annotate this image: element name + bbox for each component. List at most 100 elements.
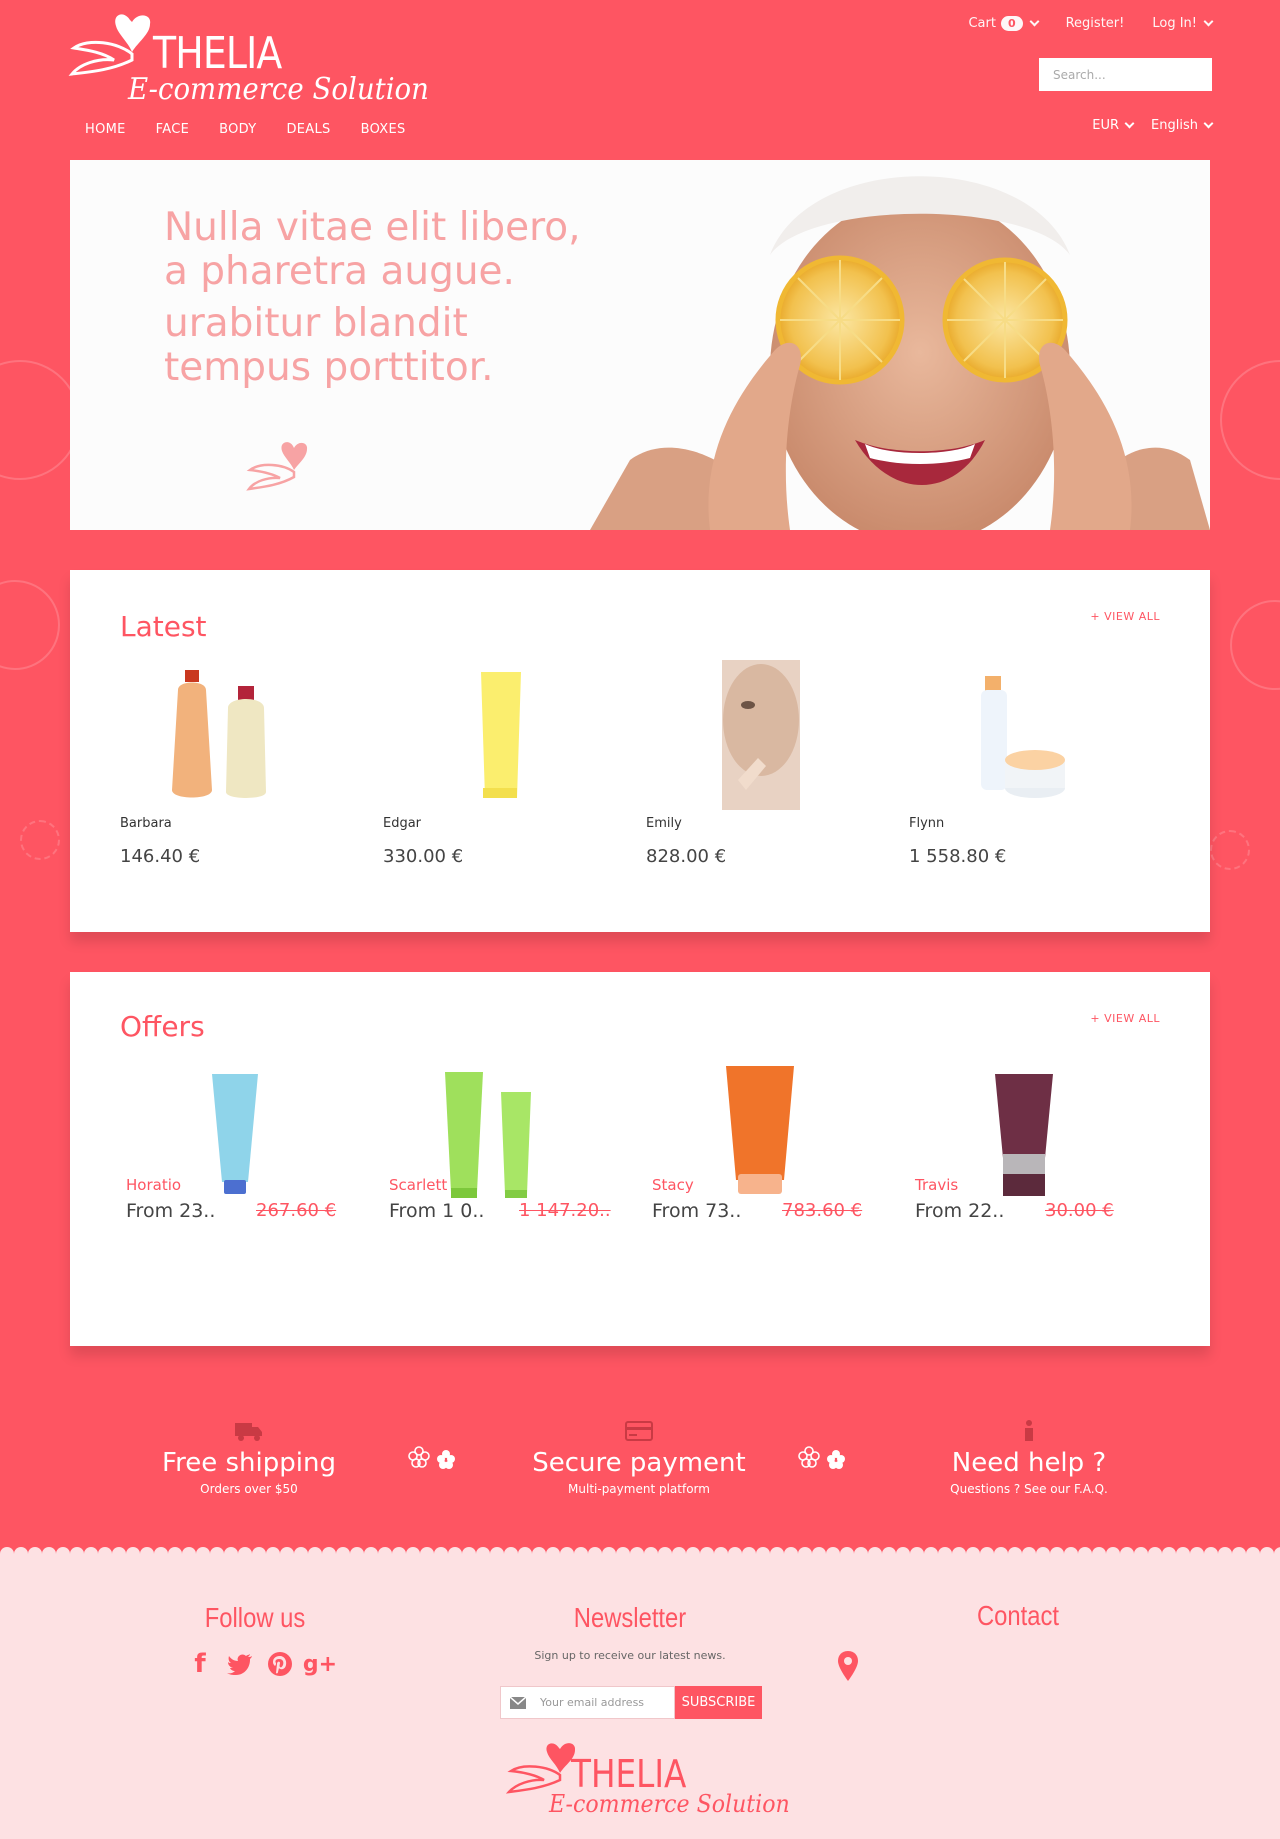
product-name: Travis — [915, 1176, 959, 1194]
flower-divider-icon — [798, 1443, 848, 1477]
register-link[interactable]: Register! — [1066, 16, 1125, 31]
hero-line: urabitur blandit — [164, 301, 468, 346]
product-name: Barbara — [120, 816, 172, 831]
product-old-price: 267.60 € — [256, 1200, 337, 1221]
newsletter-subtitle: Sign up to receive our latest news. — [534, 1649, 726, 1662]
chevron-down-icon — [1029, 16, 1040, 27]
product-image — [981, 676, 1065, 798]
login-label: Log In! — [1152, 16, 1197, 31]
hero-line: tempus porttitor. — [164, 345, 494, 390]
google-plus-icon[interactable]: g+ — [303, 1650, 337, 1678]
brand-logo[interactable]: THELIA E-commerce Solution — [68, 12, 429, 107]
product-price: From 23.. — [126, 1200, 216, 1222]
offers-view-all-link[interactable]: + VIEW ALL — [1090, 1012, 1160, 1025]
decor-flower — [20, 820, 60, 860]
product-name: Emily — [646, 816, 682, 831]
product-old-price: 1 147.20.. — [519, 1200, 611, 1221]
chevron-down-icon — [1124, 118, 1135, 129]
latest-view-all-link[interactable]: + VIEW ALL — [1090, 610, 1160, 623]
currency-label: EUR — [1092, 118, 1120, 133]
product-name: Horatio — [126, 1176, 182, 1194]
main-nav: HOME FACE BODY DEALS BOXES — [85, 122, 406, 137]
feature-subtitle: Orders over $50 — [200, 1482, 298, 1496]
nav-face[interactable]: FACE — [156, 122, 189, 137]
nav-body[interactable]: BODY — [219, 122, 256, 137]
nav-deals[interactable]: DEALS — [286, 122, 330, 137]
decor-swirl — [1220, 360, 1280, 480]
heart-icon — [246, 442, 308, 491]
product-image — [481, 672, 521, 798]
hero-banner[interactable]: Nulla vitae elit libero, a pharetra augu… — [70, 160, 1210, 530]
feature-title: Free shipping — [162, 1448, 336, 1478]
cart-count-badge: 0 — [1000, 16, 1023, 31]
brand-tagline: E-commerce Solution — [128, 72, 429, 107]
hero-line: a pharetra augue. — [164, 249, 515, 294]
decor-flower — [1210, 830, 1250, 870]
nav-boxes[interactable]: BOXES — [361, 122, 406, 137]
footer-brand-logo[interactable]: THELIA E-commerce Solution — [505, 1740, 790, 1820]
contact-title: Contact — [976, 1600, 1060, 1631]
newsletter-title: Newsletter — [573, 1602, 687, 1633]
chevron-down-icon — [1203, 16, 1214, 27]
pinterest-icon[interactable] — [266, 1650, 294, 1678]
language-label: English — [1151, 118, 1198, 133]
language-select[interactable]: English — [1151, 118, 1214, 133]
decor-swirl — [0, 360, 80, 480]
nav-home[interactable]: HOME — [85, 122, 126, 137]
hero-text: Nulla vitae elit libero, a pharetra augu… — [164, 206, 581, 390]
feature-free-shipping: Free shipping Orders over $50 — [119, 1418, 379, 1496]
feature-title: Need help ? — [951, 1448, 1107, 1478]
product-image — [172, 670, 266, 798]
offers-title: Offers — [120, 1010, 205, 1043]
latest-title: Latest — [120, 610, 207, 643]
product-name: Edgar — [383, 816, 422, 831]
facebook-icon[interactable]: f — [186, 1649, 214, 1679]
feature-subtitle: Multi-payment platform — [568, 1482, 710, 1496]
hero-line: Nulla vitae elit libero, — [164, 205, 581, 250]
offers-panel: Offers + VIEW ALL Horatio From 23.. 267.… — [70, 972, 1210, 1346]
truck-icon — [119, 1418, 379, 1444]
top-links: Cart 0 Register! Log In! — [968, 16, 1214, 31]
product-price: 146.40 € — [120, 846, 201, 867]
map-pin-icon[interactable] — [838, 1651, 858, 1681]
page: THELIA E-commerce Solution Cart 0 Regist… — [0, 0, 1280, 1839]
product-price: From 1 0.. — [389, 1200, 485, 1222]
product-old-price: 783.60 € — [782, 1200, 863, 1221]
product-image — [722, 660, 800, 810]
locale-switcher: EUR English — [1092, 118, 1214, 133]
product-name: Stacy — [652, 1176, 694, 1194]
login-link[interactable]: Log In! — [1152, 16, 1214, 31]
social-links: f g+ — [186, 1649, 337, 1679]
envelope-icon — [500, 1686, 534, 1719]
product-price: From 73.. — [652, 1200, 742, 1222]
info-icon — [899, 1418, 1159, 1444]
search-input[interactable] — [1039, 58, 1212, 91]
feature-title: Secure payment — [532, 1448, 746, 1478]
product-name: Scarlett — [389, 1176, 448, 1194]
feature-subtitle: Questions ? See our F.A.Q. — [950, 1482, 1108, 1496]
brand-tagline: E-commerce Solution — [549, 1790, 790, 1818]
product-price: 330.00 € — [383, 846, 464, 867]
product-price: 1 558.80 € — [909, 846, 1007, 867]
product-price: From 22.. — [915, 1200, 1005, 1222]
cart-label: Cart — [968, 16, 996, 31]
newsletter-email-input[interactable] — [534, 1686, 675, 1719]
newsletter-form: SUBSCRIBE — [500, 1686, 762, 1719]
latest-panel: Latest + VIEW ALL Barbara 146.40 € Edgar… — [70, 570, 1210, 932]
hero-photo-woman-with-lemons — [590, 160, 1210, 530]
feature-secure-payment: Secure payment Multi-payment platform — [509, 1418, 769, 1496]
subscribe-button[interactable]: SUBSCRIBE — [675, 1686, 762, 1719]
product-price: 828.00 € — [646, 846, 727, 867]
decor-swirl — [0, 580, 60, 670]
feature-need-help[interactable]: Need help ? Questions ? See our F.A.Q. — [899, 1418, 1159, 1496]
follow-us-title: Follow us — [204, 1602, 306, 1633]
flower-divider-icon — [408, 1443, 458, 1477]
decor-swirl — [1230, 600, 1280, 690]
credit-card-icon — [509, 1418, 769, 1444]
product-name: Flynn — [909, 816, 945, 831]
currency-select[interactable]: EUR — [1092, 118, 1135, 133]
cart-link[interactable]: Cart 0 — [968, 16, 1040, 31]
product-old-price: 30.00 € — [1045, 1200, 1114, 1221]
twitter-icon[interactable] — [226, 1650, 254, 1678]
chevron-down-icon — [1203, 118, 1214, 129]
